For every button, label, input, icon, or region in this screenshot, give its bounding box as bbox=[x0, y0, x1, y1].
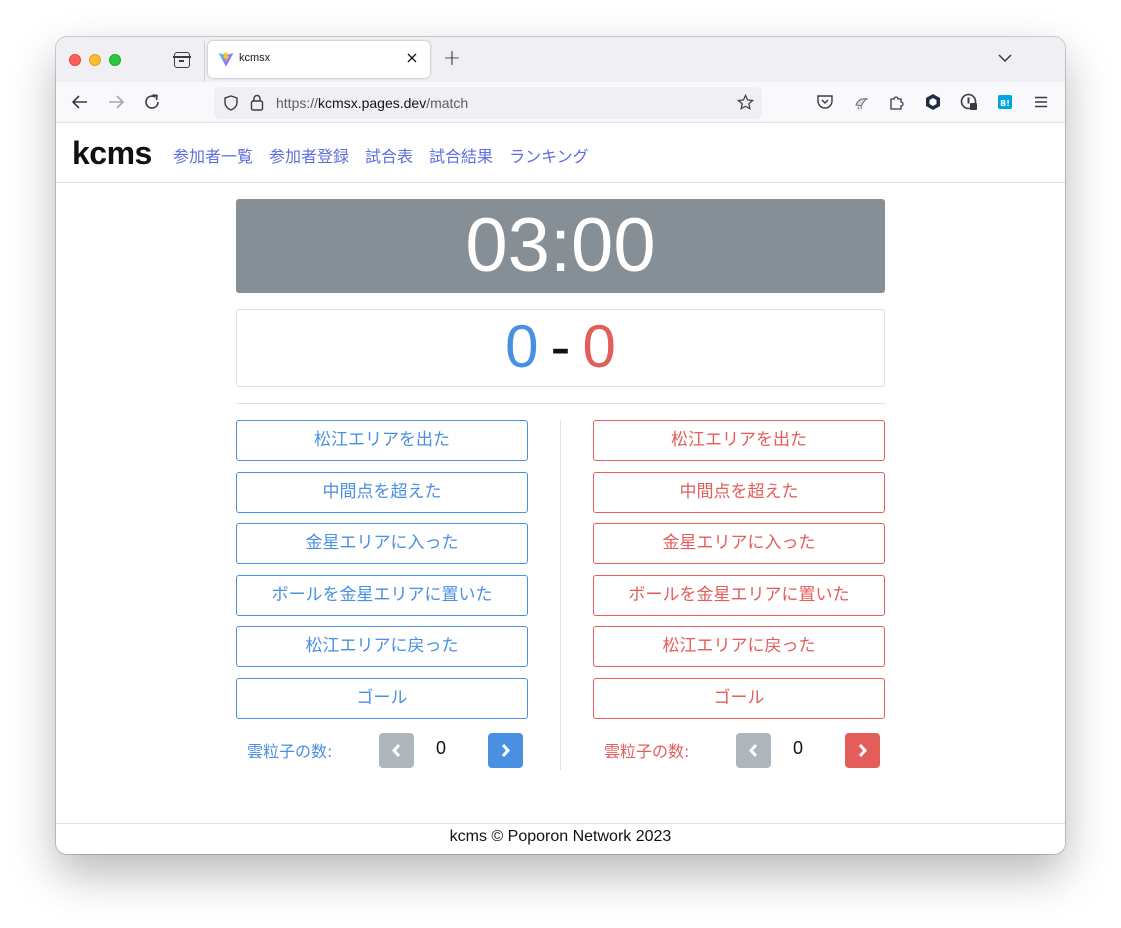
extension-shield-badge-icon[interactable] bbox=[960, 93, 978, 111]
reload-icon[interactable] bbox=[141, 91, 163, 113]
left-enter-venus-button[interactable]: 金星エリアに入った bbox=[236, 523, 528, 564]
page-content: kcms 参加者一覧 参加者登録 試合表 試合結果 ランキング 03:00 0-… bbox=[56, 123, 1065, 854]
extensions-puzzle-icon[interactable] bbox=[888, 93, 906, 111]
left-decrement-button[interactable] bbox=[379, 733, 414, 768]
right-leave-matsue-button[interactable]: 松江エリアを出た bbox=[593, 420, 885, 461]
navigation-toolbar: https://kcmsx.pages.dev/match B! bbox=[56, 82, 1065, 123]
url-scheme: https:// bbox=[276, 95, 319, 111]
svg-text:B!: B! bbox=[1000, 99, 1010, 108]
right-goal-button[interactable]: ゴール bbox=[593, 677, 885, 719]
new-tab-button[interactable]: + bbox=[440, 47, 464, 71]
url-text: https://kcmsx.pages.dev/match bbox=[276, 95, 468, 111]
shield-icon[interactable] bbox=[223, 95, 239, 111]
chevron-left-icon bbox=[391, 743, 401, 758]
hatena-bookmark-icon[interactable]: B! bbox=[996, 93, 1014, 111]
nav-schedule[interactable]: 試合表 bbox=[365, 143, 413, 167]
left-leave-matsue-button[interactable]: 松江エリアを出た bbox=[236, 420, 528, 461]
left-goal-button[interactable]: ゴール bbox=[236, 677, 528, 719]
tab-title: kcmsx bbox=[239, 52, 271, 64]
extension-bird-icon[interactable] bbox=[852, 93, 870, 111]
tab-close-icon[interactable]: × bbox=[403, 49, 421, 67]
chevron-right-icon bbox=[501, 743, 511, 758]
close-window-button[interactable] bbox=[69, 54, 81, 66]
url-path: /match bbox=[426, 95, 469, 111]
nav-results[interactable]: 試合結果 bbox=[429, 143, 493, 167]
right-enter-venus-button[interactable]: 金星エリアに入った bbox=[593, 523, 885, 564]
minimize-window-button[interactable] bbox=[89, 54, 101, 66]
site-nav: 参加者一覧 参加者登録 試合表 試合結果 ランキング bbox=[173, 143, 589, 167]
nav-ranking[interactable]: ランキング bbox=[509, 143, 589, 167]
match-timer[interactable]: 03:00 bbox=[236, 199, 885, 293]
right-cloud-particle-counter: 雲粒子の数: 0 bbox=[593, 729, 885, 769]
extension-cube-icon[interactable] bbox=[924, 93, 942, 111]
tab-list-icon[interactable] bbox=[173, 52, 191, 68]
tab-bar: kcmsx × + bbox=[56, 37, 1065, 82]
site-footer: kcms © Poporon Network 2023 bbox=[56, 823, 1065, 854]
section-divider bbox=[236, 403, 885, 404]
pocket-icon[interactable] bbox=[816, 93, 834, 111]
column-divider bbox=[560, 420, 561, 770]
right-increment-button[interactable] bbox=[845, 733, 880, 768]
site-header: kcms 参加者一覧 参加者登録 試合表 試合結果 ランキング bbox=[56, 123, 1065, 183]
right-counter-label: 雲粒子の数: bbox=[604, 742, 690, 761]
left-counter-value: 0 bbox=[436, 738, 447, 758]
browser-window: kcmsx × + https://kcmsx.pages.dev/match … bbox=[56, 37, 1065, 854]
zoom-window-button[interactable] bbox=[109, 54, 121, 66]
right-counter-value: 0 bbox=[793, 738, 804, 758]
score-separator: - bbox=[550, 313, 571, 380]
left-counter-label: 雲粒子の数: bbox=[247, 742, 333, 761]
left-increment-button[interactable] bbox=[488, 733, 523, 768]
lock-icon[interactable] bbox=[250, 94, 264, 111]
chevron-left-icon bbox=[748, 743, 758, 758]
right-decrement-button[interactable] bbox=[736, 733, 771, 768]
left-score: 0 bbox=[505, 313, 539, 380]
left-return-matsue-button[interactable]: 松江エリアに戻った bbox=[236, 626, 528, 667]
left-place-ball-button[interactable]: ボールを金星エリアに置いた bbox=[236, 574, 528, 616]
chevron-right-icon bbox=[858, 743, 868, 758]
nav-participants[interactable]: 参加者一覧 bbox=[173, 143, 253, 167]
brand-logo[interactable]: kcms bbox=[72, 135, 152, 172]
right-midpoint-button[interactable]: 中間点を超えた bbox=[593, 471, 885, 513]
left-cloud-particle-counter: 雲粒子の数: 0 bbox=[236, 729, 528, 769]
url-host: kcmsx.pages.dev bbox=[318, 95, 427, 111]
bookmark-star-icon[interactable] bbox=[737, 94, 754, 111]
right-score: 0 bbox=[582, 313, 616, 380]
tab-kcmsx[interactable]: kcmsx × bbox=[208, 41, 430, 78]
menu-hamburger-icon[interactable] bbox=[1032, 93, 1050, 111]
right-place-ball-button[interactable]: ボールを金星エリアに置いた bbox=[593, 574, 885, 616]
nav-register[interactable]: 参加者登録 bbox=[269, 143, 349, 167]
vite-favicon-icon bbox=[218, 52, 234, 67]
right-team-panel: 松江エリアを出た 中間点を超えた 金星エリアに入った ボールを金星エリアに置いた… bbox=[593, 420, 885, 769]
score-display: 0-0 bbox=[236, 309, 885, 387]
left-team-panel: 松江エリアを出た 中間点を超えた 金星エリアに入った ボールを金星エリアに置いた… bbox=[236, 420, 528, 769]
back-arrow-icon[interactable] bbox=[69, 91, 91, 113]
left-midpoint-button[interactable]: 中間点を超えた bbox=[236, 471, 528, 513]
url-bar[interactable]: https://kcmsx.pages.dev/match bbox=[214, 87, 762, 119]
tab-divider bbox=[204, 41, 205, 81]
forward-arrow-icon[interactable] bbox=[105, 91, 127, 113]
chevron-down-icon[interactable] bbox=[996, 49, 1014, 67]
right-return-matsue-button[interactable]: 松江エリアに戻った bbox=[593, 626, 885, 667]
